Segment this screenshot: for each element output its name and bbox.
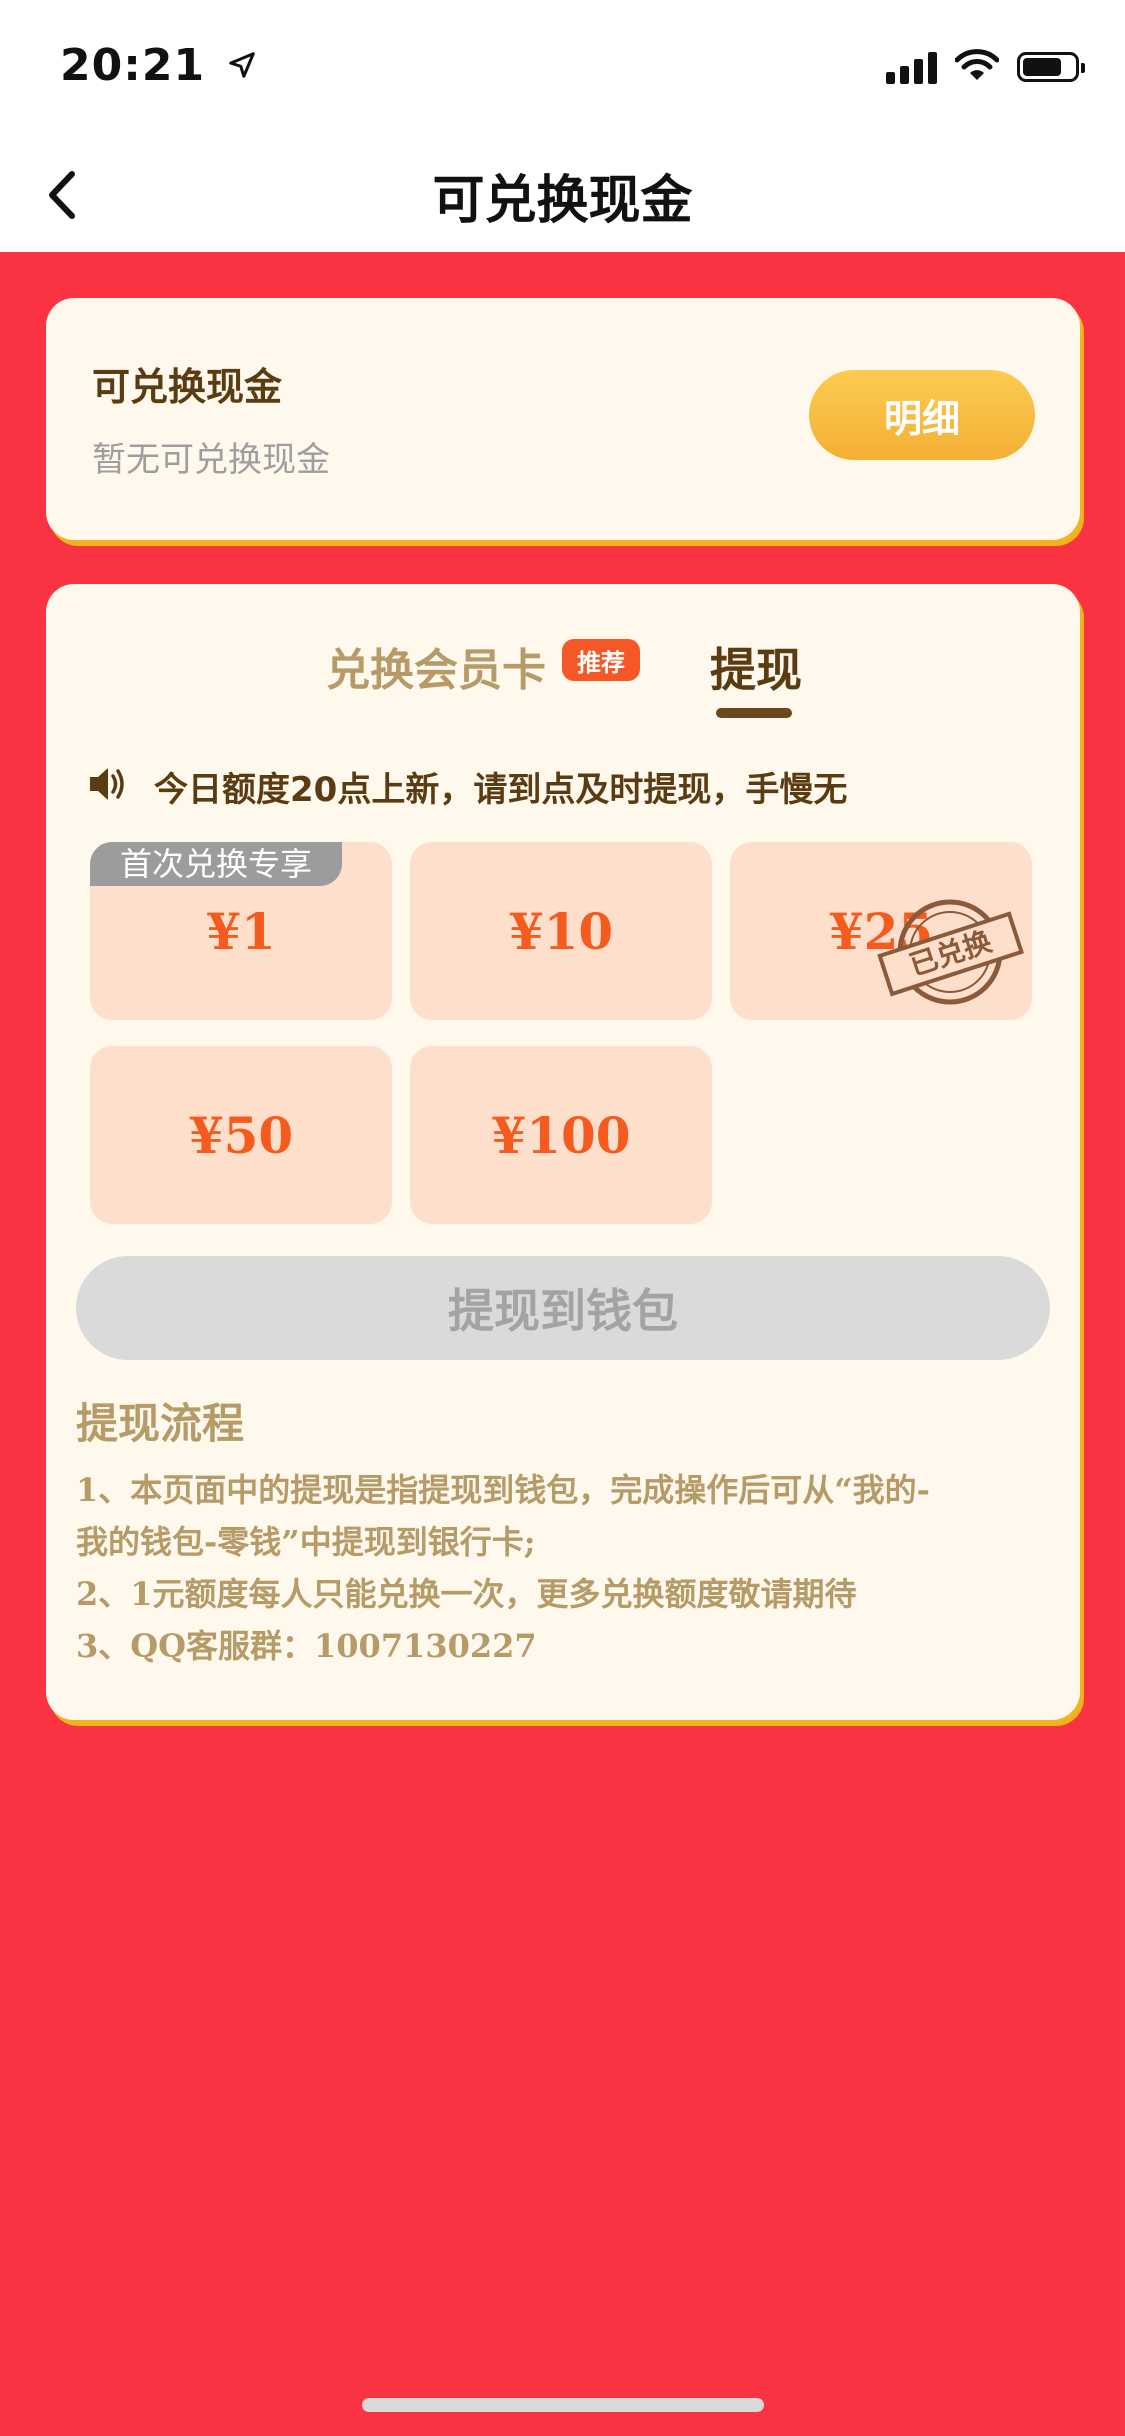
battery-icon: [1017, 52, 1085, 82]
flow-step-line: 我的钱包-零钱”中提现到银行卡;: [76, 1523, 536, 1561]
tab-exchange-membership[interactable]: 兑换会员卡: [326, 634, 546, 698]
top-bar: 20:21 可兑换现金: [0, 0, 1125, 252]
amount-option-50[interactable]: ¥50: [90, 1046, 392, 1224]
speaker-icon: [86, 764, 130, 804]
balance-subtitle: 暂无可兑换现金: [92, 440, 330, 480]
amount-value: ¥50: [188, 1105, 294, 1165]
withdraw-flow-steps: 1、本页面中的提现是指提现到钱包，完成操作后可从“我的- 我的钱包-零钱”中提现…: [76, 1464, 1056, 1672]
flow-step-line: 3、QQ客服群：1007130227: [76, 1627, 537, 1665]
page-title: 可兑换现金: [432, 171, 693, 231]
flow-step-line: 2、1元额度每人只能兑换一次，更多兑换额度敬请期待: [76, 1575, 857, 1613]
first-exchange-tag: 首次兑换专享: [90, 842, 343, 886]
notice-text: 今日额度20点上新，请到点及时提现，手慢无: [154, 770, 848, 810]
withdraw-flow-title: 提现流程: [76, 1399, 245, 1448]
amount-value: ¥10: [508, 901, 614, 961]
amount-option-100[interactable]: ¥100: [410, 1046, 712, 1224]
amount-value: ¥1: [206, 901, 276, 961]
active-tab-indicator: [716, 708, 792, 718]
status-time: 20:21: [60, 40, 257, 91]
amount-option-10[interactable]: ¥10: [410, 842, 712, 1020]
status-icons: [886, 48, 1085, 86]
flow-step-line: 1、本页面中的提现是指提现到钱包，完成操作后可从“我的-: [76, 1471, 930, 1509]
amount-value: ¥100: [491, 1105, 631, 1165]
exchanged-stamp: 已兑换: [876, 892, 1024, 1012]
detail-button[interactable]: 明细: [809, 370, 1035, 460]
balance-title: 可兑换现金: [92, 365, 283, 409]
wifi-icon: [954, 48, 1000, 86]
location-arrow-icon: [227, 40, 257, 91]
status-time-text: 20:21: [60, 40, 206, 91]
amount-option-1[interactable]: 首次兑换专享 ¥1: [90, 842, 392, 1020]
tab-withdraw[interactable]: 提现: [710, 634, 802, 700]
balance-card: 可兑换现金 暂无可兑换现金 明细: [46, 298, 1080, 540]
cellular-signal-icon: [886, 50, 937, 84]
recommend-badge: 推荐: [562, 639, 640, 681]
amount-option-25[interactable]: ¥25 已兑换: [730, 842, 1032, 1020]
home-indicator[interactable]: [362, 2398, 764, 2412]
withdraw-to-wallet-button[interactable]: 提现到钱包: [76, 1256, 1050, 1360]
withdraw-card: 兑换会员卡 推荐 提现 今日额度20点上新，请到点及时提现，手慢无 首次兑换专享…: [46, 584, 1080, 1720]
